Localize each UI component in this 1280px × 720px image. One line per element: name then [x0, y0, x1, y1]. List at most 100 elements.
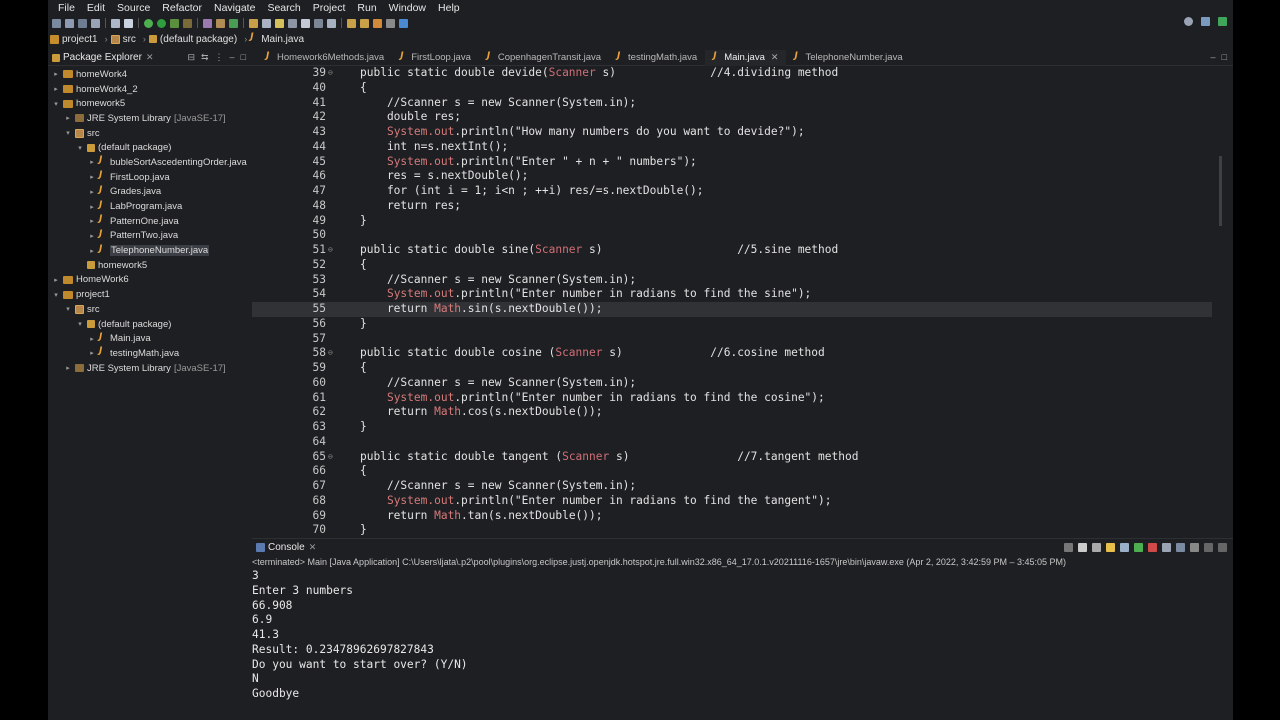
editor-tab[interactable]: FirstLoop.java	[392, 50, 479, 66]
tree-item[interactable]: ▸ JRE System Library [JavaSE-17]	[48, 361, 252, 376]
code-line[interactable]: 50	[252, 228, 1212, 243]
package-explorer-tab[interactable]: Package Explorer ✕ ⊟ ⇆ ⋮ – □	[48, 50, 252, 66]
format-icon[interactable]	[288, 18, 297, 28]
code-line[interactable]: 69 return Math.tan(s.nextDouble());	[252, 509, 1212, 524]
code-line[interactable]: 61 System.out.println("Enter number in r…	[252, 391, 1212, 406]
menu-help[interactable]: Help	[432, 2, 466, 14]
chevron-right-icon[interactable]: ▸	[88, 335, 96, 343]
java-perspective-icon[interactable]	[1218, 17, 1227, 26]
tree-item[interactable]: ▾ (default package)	[48, 317, 252, 332]
menu-navigate[interactable]: Navigate	[208, 2, 261, 14]
minimize-icon[interactable]	[1204, 542, 1213, 552]
perspective-icon[interactable]	[1201, 17, 1210, 26]
terminate-icon[interactable]	[1064, 542, 1073, 552]
code-line[interactable]: 56}	[252, 317, 1212, 332]
console-tab[interactable]: Console ✕	[252, 539, 1233, 555]
chevron-right-icon[interactable]: ▸	[52, 276, 60, 284]
code-line[interactable]: 65 ⊖ public static double tangent (Scanner…	[252, 450, 1212, 465]
run-icon[interactable]	[157, 18, 166, 28]
chevron-down-icon[interactable]: ▾	[52, 291, 60, 299]
breadcrumb-file[interactable]: Main.java	[250, 32, 304, 45]
new-icon[interactable]	[52, 18, 61, 28]
fold-icon[interactable]: ⊖	[328, 243, 333, 258]
new-java-project-icon[interactable]	[203, 18, 212, 28]
code-line[interactable]: 53 //Scanner s = new Scanner(System.in);	[252, 273, 1212, 288]
previous-annotation-icon[interactable]	[360, 18, 369, 28]
menu-search[interactable]: Search	[261, 2, 306, 14]
chevron-right-icon[interactable]: ▸	[88, 203, 96, 211]
tree-item[interactable]: ▸ HomeWork6	[48, 273, 252, 288]
search-icon[interactable]	[1184, 17, 1193, 26]
show-whitespace-icon[interactable]	[327, 18, 336, 28]
breadcrumb-project[interactable]: project1	[50, 34, 98, 45]
tree-item[interactable]: ▸ PatternOne.java	[48, 214, 252, 229]
code-line[interactable]: 55 return Math.sin(s.nextDouble());	[252, 302, 1212, 317]
fold-icon[interactable]: ⊖	[328, 450, 333, 465]
chevron-right-icon[interactable]: ▸	[88, 232, 96, 240]
tree-item[interactable]: ▾ (default package)	[48, 140, 252, 155]
editor-tab[interactable]: CopenhagenTransit.java	[479, 50, 609, 66]
menu-file[interactable]: File	[52, 2, 81, 14]
code-line[interactable]: 64	[252, 435, 1212, 450]
editor-tab[interactable]: Homework6Methods.java	[258, 50, 392, 66]
view-menu-icon[interactable]: ⋮	[215, 52, 224, 63]
chevron-right-icon[interactable]: ▸	[88, 247, 96, 255]
tree-item[interactable]: homework5	[48, 258, 252, 273]
close-icon[interactable]: ✕	[146, 52, 154, 63]
tree-item[interactable]: ▸ bubleSortAscedentingOrder.java	[48, 155, 252, 170]
code-line[interactable]: 46 res = s.nextDouble();	[252, 169, 1212, 184]
editor-tab[interactable]: TelephoneNumber.java	[786, 50, 910, 66]
fold-icon[interactable]: ⊖	[328, 66, 333, 81]
search-tool-icon[interactable]	[262, 18, 271, 28]
menu-refactor[interactable]: Refactor	[156, 2, 208, 14]
chevron-right-icon[interactable]: ▸	[88, 173, 96, 181]
tree-item[interactable]: ▸ testingMath.java	[48, 346, 252, 361]
word-wrap-icon[interactable]	[1134, 542, 1143, 552]
remove-launch-icon[interactable]	[1078, 542, 1087, 552]
remove-all-icon[interactable]	[1092, 542, 1101, 552]
block-selection-icon[interactable]	[314, 18, 323, 28]
chevron-down-icon[interactable]: ▾	[76, 320, 84, 328]
chevron-right-icon[interactable]: ▸	[88, 158, 96, 166]
tree-item[interactable]: ▾ src	[48, 126, 252, 141]
code-line[interactable]: 42 double res;	[252, 110, 1212, 125]
editor-scrollbar[interactable]	[1213, 66, 1233, 536]
tree-item[interactable]: ▾ project1	[48, 287, 252, 302]
code-line[interactable]: 39 ⊖ public static double devide(Scanner s…	[252, 66, 1212, 81]
chevron-right-icon[interactable]: ▸	[52, 70, 60, 78]
code-line[interactable]: 63}	[252, 420, 1212, 435]
new-package-icon[interactable]	[216, 18, 225, 28]
new-class-icon[interactable]	[229, 18, 238, 28]
forward-icon[interactable]	[386, 18, 395, 28]
fold-icon[interactable]: ⊖	[328, 346, 333, 361]
menu-project[interactable]: Project	[307, 2, 352, 14]
code-line[interactable]: 48 return res;	[252, 199, 1212, 214]
code-line[interactable]: 45 System.out.println("Enter " + n + " n…	[252, 155, 1212, 170]
tree-item[interactable]: ▸ Main.java	[48, 331, 252, 346]
chevron-right-icon[interactable]: ▸	[64, 364, 72, 372]
external-tools-icon[interactable]	[183, 18, 192, 28]
code-line[interactable]: 52 {	[252, 258, 1212, 273]
chevron-right-icon[interactable]: ▸	[88, 217, 96, 225]
show-on-output-icon[interactable]	[1148, 542, 1157, 552]
chevron-right-icon[interactable]: ▸	[88, 188, 96, 196]
terminal-icon[interactable]	[111, 18, 120, 28]
save-icon[interactable]	[65, 18, 74, 28]
tree-item[interactable]: ▸ TelephoneNumber.java	[48, 243, 252, 258]
code-line[interactable]: 70}	[252, 523, 1212, 538]
code-line[interactable]: 51 ⊖ public static double sine(Scanner s) …	[252, 243, 1212, 258]
code-line[interactable]: 47 for (int i = 1; i<n ; ++i) res/=s.nex…	[252, 184, 1212, 199]
minimize-icon[interactable]: –	[230, 52, 235, 63]
view-icon[interactable]	[124, 18, 133, 28]
next-annotation-icon[interactable]	[347, 18, 356, 28]
annotation-icon[interactable]	[275, 18, 284, 28]
tree-item[interactable]: ▸ LabProgram.java	[48, 199, 252, 214]
code-line[interactable]: 43 System.out.println("How many numbers …	[252, 125, 1212, 140]
tree-item[interactable]: ▸ homeWork4	[48, 67, 252, 82]
chevron-down-icon[interactable]: ▾	[64, 305, 72, 313]
print-icon[interactable]	[91, 18, 100, 28]
code-line[interactable]: 44 int n=s.nextInt();	[252, 140, 1212, 155]
chevron-right-icon[interactable]: ▸	[52, 85, 60, 93]
menu-source[interactable]: Source	[111, 2, 156, 14]
maximize-icon[interactable]	[1218, 542, 1227, 552]
